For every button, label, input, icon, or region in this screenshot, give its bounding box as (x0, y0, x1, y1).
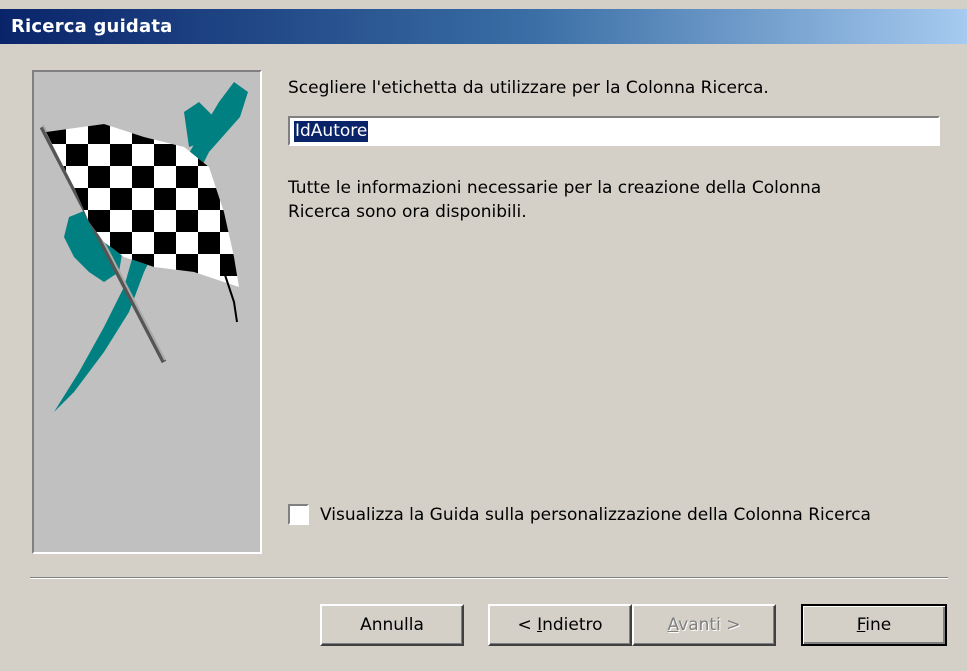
title-bar[interactable]: Ricerca guidata (0, 9, 967, 44)
back-button-prefix: < (517, 615, 538, 635)
finish-button[interactable]: Fine (801, 604, 947, 646)
next-button-mnemonic: A (667, 615, 679, 635)
separator (30, 577, 948, 579)
window-title: Ricerca guidata (11, 16, 173, 37)
next-button[interactable]: Avanti > (632, 604, 776, 646)
label-input-value: IdAutore (294, 121, 369, 142)
back-button-label: ndietro (542, 615, 603, 635)
help-checkbox[interactable] (288, 504, 309, 525)
finish-button-mnemonic: F (856, 615, 866, 635)
help-checkbox-label[interactable]: Visualizza la Guida sulla personalizzazi… (320, 503, 871, 527)
label-input[interactable]: IdAutore (288, 116, 940, 146)
wizard-image-panel (32, 70, 262, 554)
prompt-label: Scegliere l'etichetta da utilizzare per … (288, 78, 769, 98)
cancel-button[interactable]: Annulla (320, 604, 464, 646)
back-button[interactable]: < Indietro (488, 604, 632, 646)
info-text-line-1: Tutte le informazioni necessarie per la … (288, 178, 822, 198)
next-button-label: vanti > (678, 615, 741, 635)
cancel-button-label: Annulla (360, 615, 424, 635)
finish-button-label: ine (865, 615, 892, 635)
info-text-line-2: Ricerca sono ora disponibili. (288, 202, 527, 222)
checkered-flag-icon (39, 82, 248, 412)
wizard-window: Ricerca guidata Scegliere l'etichetta da… (0, 0, 967, 671)
